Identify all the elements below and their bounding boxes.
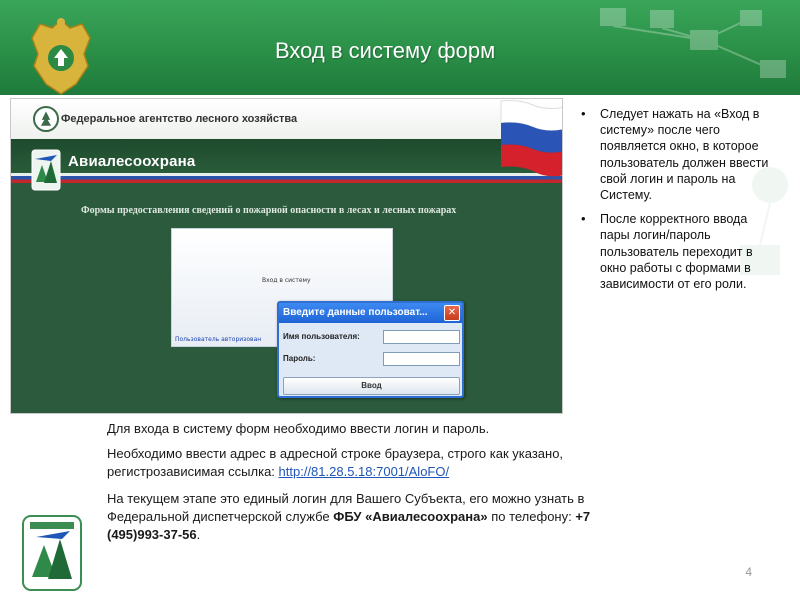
russian-flag-icon (500, 100, 562, 177)
slide-header: Вход в систему форм (0, 0, 800, 95)
instructions-list: Следует нажать на «Вход в систему» после… (581, 106, 776, 300)
submit-button[interactable]: Ввод (283, 377, 460, 395)
login-link[interactable]: Вход в систему (262, 277, 311, 284)
avialesookhrana-logo-icon (22, 515, 82, 591)
paragraph-contact-end: . (196, 527, 201, 542)
forest-agency-logo-icon (33, 106, 59, 132)
avialesookhrana-logo-icon (31, 149, 61, 191)
login-screenshot: Федеральное агентство лесного хозяйства … (10, 98, 563, 414)
dialog-title: Введите данные пользоват... (283, 307, 428, 318)
forms-title: Формы предоставления сведений о пожарной… (81, 205, 457, 216)
system-url-link[interactable]: http://81.28.5.18:7001/AloFO/ (279, 464, 450, 479)
username-input[interactable] (383, 330, 460, 344)
brand-name: Авиалесоохрана (68, 153, 196, 170)
paragraph-contact-text-2: по телефону: (487, 509, 576, 524)
paragraph-contact: На текущем этапе это единый логин для Ва… (107, 490, 627, 544)
paragraph-login: Для входа в систему форм необходимо ввес… (107, 421, 490, 436)
paragraph-address: Необходимо ввести адрес в адресной строк… (107, 445, 607, 481)
slide-title: Вход в систему форм (275, 38, 496, 63)
flag-stripe (11, 173, 562, 183)
dialog-titlebar[interactable]: Введите данные пользоват... ✕ (279, 303, 462, 323)
login-dialog: Введите данные пользоват... ✕ Имя пользо… (277, 301, 464, 398)
password-input[interactable] (383, 352, 460, 366)
coat-of-arms-emblem (31, 18, 91, 95)
organization-name: ФБУ «Авиалесоохрана» (333, 509, 488, 524)
network-diagram-decoration (600, 8, 786, 78)
instruction-item: После корректного ввода пары логин/парол… (581, 211, 776, 292)
auth-status-link[interactable]: Пользователь авторизован (175, 336, 261, 343)
instruction-item: Следует нажать на «Вход в систему» после… (581, 106, 776, 203)
password-label: Пароль: (283, 354, 316, 363)
close-icon[interactable]: ✕ (444, 305, 460, 321)
page-number: 4 (745, 565, 752, 579)
agency-name: Федеральное агентство лесного хозяйства (61, 113, 298, 125)
username-label: Имя пользователя: (283, 332, 360, 341)
